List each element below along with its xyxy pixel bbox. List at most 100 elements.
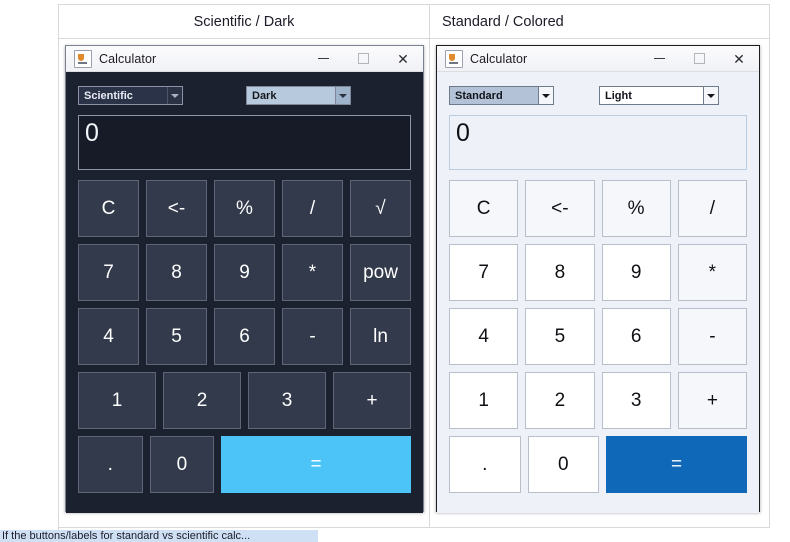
display-field[interactable]: 0 (449, 115, 747, 170)
key-[interactable]: = (606, 436, 747, 493)
key-7[interactable]: 7 (449, 244, 519, 301)
keypad: C <-%/7 8 9 * 4 5 6-1 2 3 +. 0 = (449, 180, 747, 493)
selector-row: Scientific Dark (66, 72, 423, 105)
key-8[interactable]: 8 (146, 244, 207, 301)
maximize-icon[interactable] (679, 46, 719, 71)
key-5[interactable]: 5 (525, 308, 595, 365)
mode-select[interactable]: Scientific (78, 86, 183, 105)
comparison-panels: Scientific / Dark Calculator ✕ Scientific Da… (58, 4, 770, 528)
panel-title-scientific-dark: Scientific / Dark (193, 13, 295, 30)
key-[interactable]: + (677, 372, 747, 429)
keypad-row: C <-% / (449, 180, 747, 237)
chevron-down-icon[interactable] (167, 87, 182, 104)
minimize-icon[interactable] (303, 46, 343, 71)
keypad-row: C <-% / √ (78, 180, 411, 237)
window-title: Calculator (470, 51, 528, 66)
chevron-down-icon[interactable] (703, 87, 718, 104)
keypad-row: 1 2 3 + (449, 372, 747, 429)
key-[interactable]: . (78, 436, 143, 493)
keypad-row: 7 8 9 * (449, 244, 747, 301)
calculator-window-standard-colored: Calculator ✕ Standard Light 0 C <-%/ 7 8 9 * 4 5 6- 1 2… (436, 45, 760, 513)
key-6[interactable]: 6 (601, 308, 671, 365)
key-0[interactable]: 0 (527, 436, 599, 493)
key-6[interactable]: 6 (214, 308, 275, 365)
window-controls: ✕ (639, 46, 759, 71)
display-value: 0 (85, 119, 99, 147)
keypad-row: . 0 = (78, 436, 411, 493)
chevron-down-icon[interactable] (335, 87, 350, 104)
java-coffee-cup-icon (74, 49, 92, 68)
keypad-row: 4 5 6- ln (78, 308, 411, 365)
keypad-row: . 0 = (449, 436, 747, 493)
key-[interactable]: - (282, 308, 343, 365)
key-8[interactable]: 8 (525, 244, 595, 301)
key-[interactable]: % (601, 180, 671, 237)
display-field[interactable]: 0 (78, 115, 411, 170)
calculator-body: Scientific Dark 0 C <-% / √ 7 8 9 * pow 4 5 6- ln 1 2 3 +. 0… (66, 72, 423, 513)
panel-header-standard-colored: Standard / Colored (430, 5, 769, 39)
key-4[interactable]: 4 (78, 308, 139, 365)
clipped-caption-text: If the buttons/labels for standard vs sc… (2, 530, 251, 542)
key-[interactable]: / (677, 180, 747, 237)
window-title: Calculator (99, 51, 157, 66)
panel-left-rule (58, 516, 59, 530)
key-[interactable]: <- (146, 180, 207, 237)
mode-select-value: Scientific (79, 87, 167, 104)
mode-select[interactable]: Standard (449, 86, 554, 105)
key-[interactable]: <- (525, 180, 595, 237)
close-icon[interactable]: ✕ (383, 46, 423, 71)
key-7[interactable]: 7 (78, 244, 139, 301)
key-pow[interactable]: pow (350, 244, 411, 301)
panel-title-standard-colored: Standard / Colored (442, 13, 564, 30)
key-9[interactable]: 9 (214, 244, 275, 301)
key-[interactable]: * (677, 244, 747, 301)
key-9[interactable]: 9 (601, 244, 671, 301)
key-2[interactable]: 2 (163, 372, 241, 429)
close-icon[interactable]: ✕ (719, 46, 759, 71)
keypad-row: 456- (449, 308, 747, 365)
key-[interactable]: + (333, 372, 411, 429)
key-[interactable]: . (449, 436, 521, 493)
theme-select[interactable]: Dark (246, 86, 351, 105)
java-coffee-cup-icon (445, 49, 463, 68)
key-[interactable]: √ (350, 180, 411, 237)
theme-select[interactable]: Light (599, 86, 719, 105)
window-titlebar: Calculator ✕ (66, 46, 423, 72)
key-5[interactable]: 5 (146, 308, 207, 365)
key-[interactable]: - (677, 308, 747, 365)
maximize-icon[interactable] (343, 46, 383, 71)
key-c[interactable]: C (449, 180, 519, 237)
keypad: C <-% / √ 7 8 9 * pow 4 5 6- ln 1 2 3 +. 0 = (78, 180, 411, 493)
keypad-row: 1 2 3 + (78, 372, 411, 429)
key-[interactable]: * (282, 244, 343, 301)
key-c[interactable]: C (78, 180, 139, 237)
key-0[interactable]: 0 (149, 436, 215, 493)
theme-select-value: Light (605, 89, 632, 102)
display-value: 0 (456, 119, 470, 147)
key-3[interactable]: 3 (248, 372, 326, 429)
calculator-body: Standard Light 0 C <-%/7 8 9 * 4 5 6-1 2 3 +. 0 = (437, 72, 759, 513)
key-ln[interactable]: ln (350, 308, 411, 365)
selector-row: Standard Light (437, 72, 759, 105)
key-[interactable]: / (282, 180, 343, 237)
panel-body-standard-colored: Calculator ✕ Standard Light 0 C <-%/ 7 8 9 * 4 5 6- 1 2… (430, 39, 769, 527)
window-titlebar: Calculator ✕ (437, 46, 759, 72)
key-2[interactable]: 2 (525, 372, 595, 429)
chevron-down-icon[interactable] (538, 87, 553, 104)
keypad-row: 7 8 9 * pow (78, 244, 411, 301)
panel-body-scientific-dark: Calculator ✕ Scientific Dark 0 C <-% / √ 7 8 9 * pow 4… (59, 39, 429, 527)
theme-select-value: Dark (252, 89, 277, 102)
key-3[interactable]: 3 (601, 372, 671, 429)
panel-standard-colored: Standard / Colored Calculator ✕ Standard Lig… (429, 4, 770, 528)
key-1[interactable]: 1 (78, 372, 156, 429)
minimize-icon[interactable] (639, 46, 679, 71)
key-[interactable]: % (214, 180, 275, 237)
window-controls: ✕ (303, 46, 423, 71)
panel-scientific-dark: Scientific / Dark Calculator ✕ Scientific Da… (58, 4, 429, 528)
key-4[interactable]: 4 (449, 308, 519, 365)
key-[interactable]: = (221, 436, 411, 493)
clipped-caption: If the buttons/labels for standard vs sc… (0, 530, 318, 542)
calculator-window-scientific-dark: Calculator ✕ Scientific Dark 0 C <-% / √ 7 8 9 * pow 4… (65, 45, 424, 513)
panel-header-scientific-dark: Scientific / Dark (59, 5, 429, 39)
key-1[interactable]: 1 (449, 372, 519, 429)
